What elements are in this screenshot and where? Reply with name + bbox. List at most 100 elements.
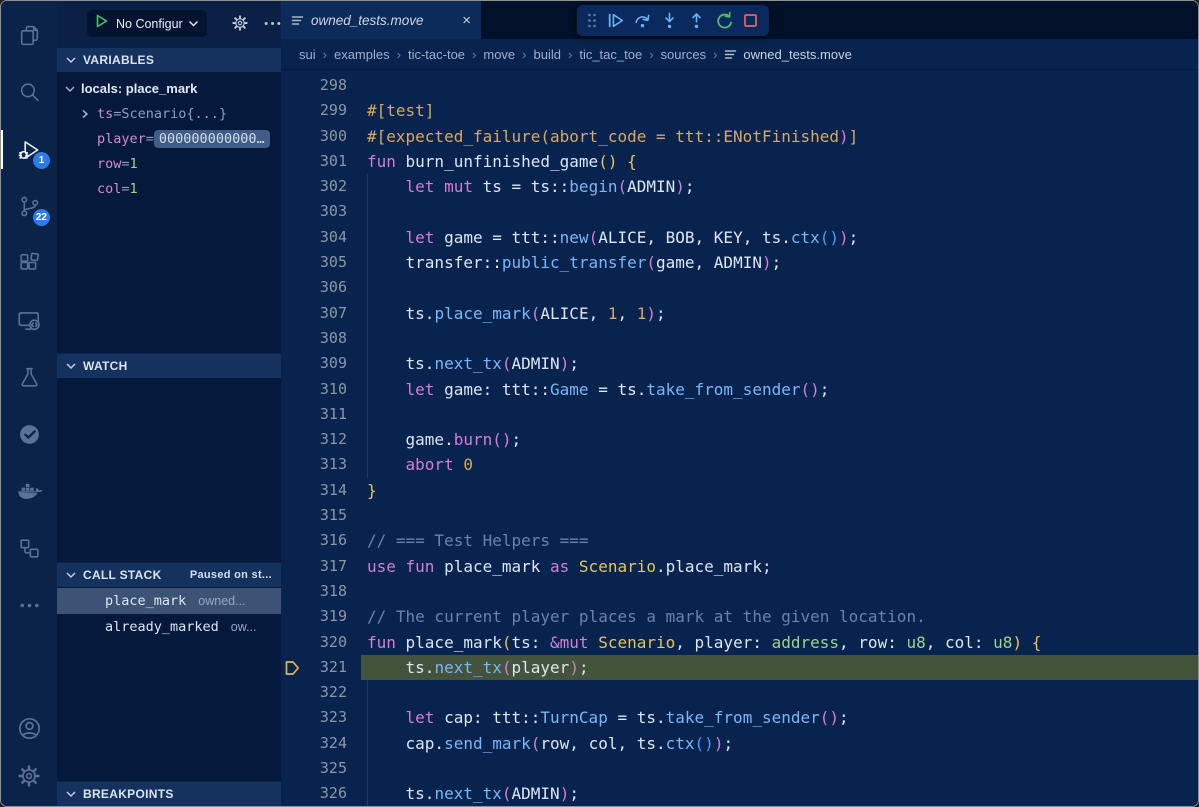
continue-button[interactable]	[603, 9, 627, 33]
breadcrumb-item-move[interactable]: move	[483, 47, 515, 62]
code-line-314[interactable]: 314}	[281, 478, 1198, 503]
line-number[interactable]: 309	[281, 351, 347, 376]
line-number[interactable]: 306	[281, 275, 347, 300]
activity-item-source-control[interactable]: 22	[1, 178, 57, 235]
activity-item-remote-explorer[interactable]	[1, 292, 57, 349]
line-number[interactable]: 299	[281, 98, 347, 123]
activity-item-docker[interactable]	[1, 463, 57, 520]
variable-col[interactable]: col = 1	[57, 176, 281, 201]
code-line-308[interactable]: 308	[281, 326, 1198, 351]
section-call-stack[interactable]: CALL STACK Paused on st...	[57, 562, 281, 587]
line-number[interactable]: 308	[281, 326, 347, 351]
code-line-312[interactable]: 312 game.burn();	[281, 427, 1198, 452]
line-number[interactable]: 307	[281, 301, 347, 326]
activity-item-testing[interactable]	[1, 349, 57, 406]
variables-scope-row[interactable]: locals: place_mark	[57, 76, 281, 101]
code-line-317[interactable]: 317use fun place_mark as Scenario.place_…	[281, 554, 1198, 579]
stack-frame-already_marked[interactable]: already_markedow...	[57, 614, 281, 640]
line-number[interactable]: 303	[281, 199, 347, 224]
code-line-323[interactable]: 323 let cap: ttt::TurnCap = ts.take_from…	[281, 705, 1198, 730]
code-line-306[interactable]: 306	[281, 275, 1198, 300]
activity-item-explorer[interactable]	[1, 7, 57, 64]
line-number[interactable]: 304	[281, 225, 347, 250]
activity-item-run-debug[interactable]: 1	[1, 121, 57, 178]
stop-button[interactable]	[738, 9, 762, 33]
code-line-320[interactable]: 320fun place_mark(ts: &mut Scenario, pla…	[281, 630, 1198, 655]
line-number[interactable]: 311	[281, 402, 347, 427]
code-line-324[interactable]: 324 cap.send_mark(row, col, ts.ctx());	[281, 731, 1198, 756]
breadcrumb-item-examples[interactable]: examples	[334, 47, 390, 62]
section-watch[interactable]: WATCH	[57, 353, 281, 378]
step-into-button[interactable]	[657, 9, 681, 33]
section-variables[interactable]: VARIABLES	[57, 47, 281, 72]
restart-button[interactable]	[711, 9, 735, 33]
debug-settings-gear-icon[interactable]	[231, 14, 249, 37]
code-area[interactable]: 298299#[test]300#[expected_failure(abort…	[281, 71, 1198, 806]
breadcrumb-item-tic_tac_toe[interactable]: tic_tac_toe	[579, 47, 642, 62]
code-line-302[interactable]: 302 let mut ts = ts::begin(ADMIN);	[281, 174, 1198, 199]
breadcrumb-file[interactable]: owned_tests.move	[724, 47, 851, 62]
variable-player[interactable]: player = 000000000000…	[57, 126, 281, 151]
code-line-315[interactable]: 315	[281, 503, 1198, 528]
more-actions-icon[interactable]	[263, 14, 282, 38]
variable-row[interactable]: row = 1	[57, 151, 281, 176]
code-line-325[interactable]: 325	[281, 756, 1198, 781]
line-number[interactable]: 314	[281, 478, 347, 503]
line-number[interactable]: 320	[281, 630, 347, 655]
line-number[interactable]: 324	[281, 731, 347, 756]
line-number[interactable]: 305	[281, 250, 347, 275]
activity-item-more[interactable]	[1, 577, 57, 634]
line-number[interactable]: 312	[281, 427, 347, 452]
code-line-303[interactable]: 303	[281, 199, 1198, 224]
line-number[interactable]: 315	[281, 503, 347, 528]
line-number[interactable]: 318	[281, 579, 347, 604]
line-number[interactable]: 323	[281, 705, 347, 730]
line-number[interactable]: 322	[281, 680, 347, 705]
line-number[interactable]: 302	[281, 174, 347, 199]
run-play-icon[interactable]	[95, 14, 109, 33]
breadcrumb-item-sources[interactable]: sources	[661, 47, 707, 62]
tab-owned-tests[interactable]: owned_tests.move ×	[281, 1, 481, 39]
activity-item-checks[interactable]	[1, 406, 57, 463]
line-number[interactable]: 319	[281, 604, 347, 629]
line-number[interactable]: 325	[281, 756, 347, 781]
line-number[interactable]: 300	[281, 124, 347, 149]
activity-item-settings[interactable]	[1, 752, 57, 800]
activity-item-extensions[interactable]	[1, 235, 57, 292]
code-line-322[interactable]: 322	[281, 680, 1198, 705]
variable-ts[interactable]: ts = Scenario{...}	[57, 101, 281, 126]
step-over-button[interactable]	[630, 9, 654, 33]
code-line-321[interactable]: 321 ts.next_tx(player);	[281, 655, 1198, 680]
line-number[interactable]: 316	[281, 528, 347, 553]
toolbar-drag-handle[interactable]	[584, 9, 600, 33]
code-line-318[interactable]: 318	[281, 579, 1198, 604]
section-breakpoints[interactable]: BREAKPOINTS	[57, 781, 281, 806]
run-config-dropdown[interactable]: No Configur	[87, 10, 207, 37]
code-line-307[interactable]: 307 ts.place_mark(ALICE, 1, 1);	[281, 301, 1198, 326]
stack-frame-place_mark[interactable]: place_markowned...	[57, 588, 281, 614]
breadcrumb-item-build[interactable]: build	[534, 47, 561, 62]
line-number[interactable]: 310	[281, 377, 347, 402]
code-line-311[interactable]: 311	[281, 402, 1198, 427]
breadcrumb-item-sui[interactable]: sui	[299, 47, 316, 62]
activity-item-symbols[interactable]	[1, 520, 57, 577]
code-line-319[interactable]: 319// The current player places a mark a…	[281, 604, 1198, 629]
code-line-300[interactable]: 300#[expected_failure(abort_code = ttt::…	[281, 124, 1198, 149]
line-number[interactable]: 313	[281, 452, 347, 477]
activity-item-search[interactable]	[1, 64, 57, 121]
step-out-button[interactable]	[684, 9, 708, 33]
code-line-301[interactable]: 301fun burn_unfinished_game() {	[281, 149, 1198, 174]
line-number[interactable]: 298	[281, 73, 347, 98]
activity-item-account[interactable]	[1, 704, 57, 752]
code-line-316[interactable]: 316// === Test Helpers ===	[281, 528, 1198, 553]
line-number[interactable]: 301	[281, 149, 347, 174]
code-line-309[interactable]: 309 ts.next_tx(ADMIN);	[281, 351, 1198, 376]
code-line-305[interactable]: 305 transfer::public_transfer(game, ADMI…	[281, 250, 1198, 275]
line-number[interactable]: 326	[281, 781, 347, 806]
breadcrumb-item-tic-tac-toe[interactable]: tic-tac-toe	[408, 47, 465, 62]
code-line-304[interactable]: 304 let game = ttt::new(ALICE, BOB, KEY,…	[281, 225, 1198, 250]
tab-close-icon[interactable]: ×	[462, 13, 471, 28]
code-line-313[interactable]: 313 abort 0	[281, 452, 1198, 477]
code-line-326[interactable]: 326 ts.next_tx(ADMIN);	[281, 781, 1198, 806]
code-line-310[interactable]: 310 let game: ttt::Game = ts.take_from_s…	[281, 377, 1198, 402]
